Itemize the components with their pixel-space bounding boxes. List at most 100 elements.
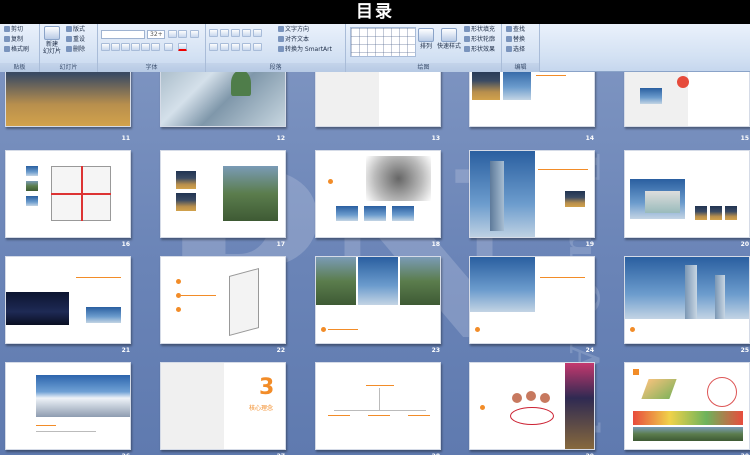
- slide-thumbnail-12[interactable]: [160, 72, 286, 127]
- replace-icon: [506, 36, 512, 42]
- align-text-button[interactable]: 对齐文本: [278, 36, 309, 44]
- slide-thumbnail-23[interactable]: [315, 256, 441, 344]
- new-slide-button[interactable]: 新建 幻灯片: [42, 26, 62, 55]
- select-button[interactable]: 选择: [506, 46, 525, 54]
- slide-accent-line: [328, 329, 358, 330]
- justify-button[interactable]: [242, 43, 251, 51]
- italic-button[interactable]: [111, 43, 120, 51]
- pen-icon: [464, 36, 470, 42]
- grow-font-button[interactable]: [168, 30, 177, 38]
- delete-button[interactable]: 删除: [66, 46, 85, 54]
- shrink-font-button[interactable]: [178, 30, 187, 38]
- underline-button[interactable]: [121, 43, 130, 51]
- slide-dot: [321, 327, 326, 332]
- delete-icon: [66, 46, 72, 52]
- font-label: 字体: [98, 63, 205, 72]
- slide-thumbnail-22[interactable]: [160, 256, 286, 344]
- copy-button[interactable]: 复制: [4, 36, 23, 44]
- editing-group: 查找 替换 选择 编辑: [502, 24, 540, 72]
- slide-thumbnail-15[interactable]: [624, 72, 750, 127]
- replace-button[interactable]: 替换: [506, 36, 525, 44]
- slide-number-18: 18: [431, 241, 440, 248]
- clear-format-button[interactable]: [190, 30, 199, 38]
- tower-image: [715, 275, 725, 319]
- slide-photo: [695, 206, 707, 220]
- slide-photo-band: [633, 411, 743, 425]
- slide-thumbnail-14[interactable]: [469, 72, 595, 127]
- slide-thumbnail-11[interactable]: [5, 72, 131, 127]
- quick-styles-button[interactable]: 快速样式: [436, 28, 462, 50]
- slide-text-line: [36, 431, 96, 432]
- diagram-node: [526, 391, 536, 401]
- slide-photo: [640, 88, 662, 104]
- shape-fill-button[interactable]: 形状填充: [464, 26, 495, 34]
- slide-number-24: 24: [585, 347, 594, 354]
- slide-thumbnail-20[interactable]: [624, 150, 750, 238]
- diagram-shape: [641, 379, 677, 399]
- reset-button[interactable]: 重设: [66, 36, 85, 44]
- slide-thumbnail-29[interactable]: [469, 362, 595, 450]
- spacing-button[interactable]: [151, 43, 160, 51]
- numbering-button[interactable]: [220, 29, 229, 37]
- mountain-photo: [36, 375, 130, 417]
- columns-button[interactable]: [253, 43, 262, 51]
- strikethrough-button[interactable]: [131, 43, 140, 51]
- increase-indent-button[interactable]: [242, 29, 251, 37]
- case-button[interactable]: [164, 43, 173, 51]
- slide-thumbnail-21[interactable]: [5, 256, 131, 344]
- slide-thumbnail-27[interactable]: 3 核心理念: [160, 362, 286, 450]
- bullets-button[interactable]: [209, 29, 218, 37]
- font-size-field[interactable]: 32+: [147, 30, 165, 39]
- brush-icon: [4, 46, 10, 52]
- slides-group: 新建 幻灯片 版式 重设 删除 幻灯片: [40, 24, 98, 72]
- slide-photo: [392, 206, 414, 221]
- paragraph-group: 文字方向 对齐文本 转换为 SmartArt 段落: [206, 24, 346, 72]
- slide-panel: [316, 72, 379, 126]
- font-name-field[interactable]: [101, 30, 145, 39]
- slide-number-21: 21: [121, 347, 130, 354]
- format-painter-button[interactable]: 格式刷: [4, 46, 29, 54]
- slide-photo: [176, 171, 196, 189]
- slide-thumbnail-26[interactable]: [5, 362, 131, 450]
- slide-photo-strip: [565, 363, 594, 449]
- slide-dot: [480, 405, 485, 410]
- shape-outline-button[interactable]: 形状轮廓: [464, 36, 495, 44]
- slide-thumbnail-28[interactable]: [315, 362, 441, 450]
- line-spacing-button[interactable]: [253, 29, 262, 37]
- slide-thumbnail-30[interactable]: [624, 362, 750, 450]
- shapes-gallery[interactable]: [350, 27, 416, 57]
- layout-button[interactable]: 版式: [66, 26, 85, 34]
- text-direction-button[interactable]: 文字方向: [278, 26, 309, 34]
- aerial-photo: [223, 166, 278, 221]
- font-group: 32+ 字体: [98, 24, 206, 72]
- tree-node: [328, 415, 350, 416]
- slide-photo: [725, 206, 737, 220]
- editing-label: 编辑: [502, 63, 539, 72]
- slide-thumbnail-13[interactable]: [315, 72, 441, 127]
- section-number: 3: [259, 375, 275, 400]
- slide-thumbnail-25[interactable]: [624, 256, 750, 344]
- smartart-button[interactable]: 转换为 SmartArt: [278, 46, 332, 54]
- slide-thumbnail-24[interactable]: [469, 256, 595, 344]
- decrease-indent-button[interactable]: [231, 29, 240, 37]
- shape-effects-button[interactable]: 形状效果: [464, 46, 495, 54]
- shadow-button[interactable]: [141, 43, 150, 51]
- bold-button[interactable]: [101, 43, 110, 51]
- slide-thumbnail-19[interactable]: [469, 150, 595, 238]
- tree-connector: [379, 388, 380, 410]
- slides-label: 幻灯片: [40, 63, 97, 72]
- slide-sorter[interactable]: PN FocusOnArch 11 12 13 14 15 16 17: [0, 72, 750, 455]
- align-left-button[interactable]: [209, 43, 218, 51]
- map-road: [81, 166, 83, 221]
- find-button[interactable]: 查找: [506, 26, 525, 34]
- slide-thumbnail-18[interactable]: [315, 150, 441, 238]
- reset-icon: [66, 36, 72, 42]
- align-right-button[interactable]: [231, 43, 240, 51]
- arrange-button[interactable]: 排列: [418, 28, 434, 50]
- drawing-group: 排列 快速样式 形状填充 形状轮廓 形状效果 绘图: [346, 24, 502, 72]
- font-color-button[interactable]: [178, 43, 187, 51]
- slide-thumbnail-17[interactable]: [160, 150, 286, 238]
- cut-button[interactable]: 剪切: [4, 26, 23, 34]
- slide-thumbnail-16[interactable]: [5, 150, 131, 238]
- align-center-button[interactable]: [220, 43, 229, 51]
